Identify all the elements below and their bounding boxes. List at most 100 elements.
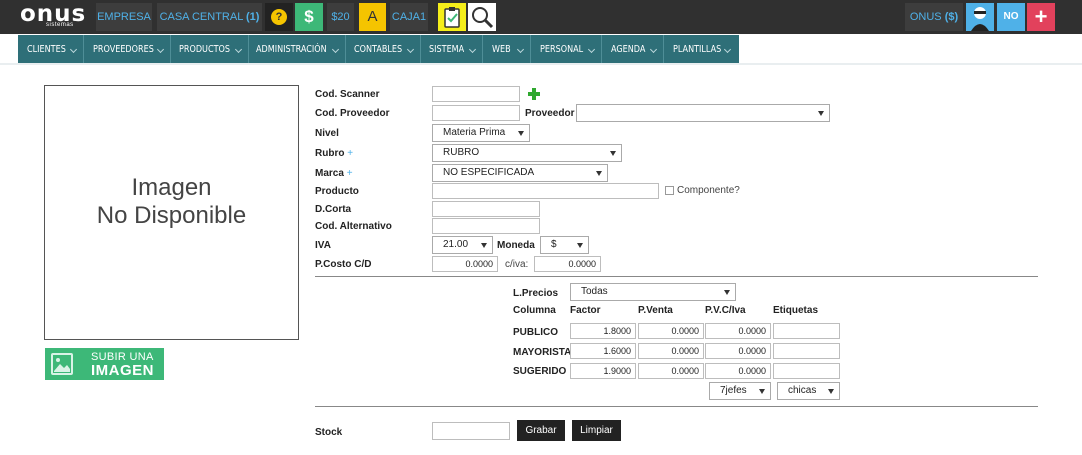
cod-proveedor-label: Cod. Proveedor: [315, 108, 390, 119]
dropdown-arrow-icon: [577, 243, 583, 248]
producto-input[interactable]: [432, 183, 659, 199]
chevron-down-icon: [587, 45, 596, 54]
dropdown-arrow-icon: [818, 111, 824, 116]
iva-value: 21.00: [443, 239, 469, 250]
publico-venta-input[interactable]: 0.0000: [638, 323, 704, 339]
pcosto-input[interactable]: 0.0000: [432, 256, 498, 272]
no-button[interactable]: NO: [997, 3, 1025, 31]
avatar-icon[interactable]: [966, 3, 994, 31]
nav-web[interactable]: WEB: [492, 35, 511, 64]
add-plus-icon[interactable]: [528, 88, 540, 100]
stock-label: Stock: [315, 427, 343, 438]
user-currency: ($): [944, 11, 959, 23]
rubro-value: RUBRO: [443, 147, 480, 158]
row-name-sugerido: SUGERIDO: [513, 366, 567, 377]
nav-divider: [663, 35, 664, 64]
grabar-button[interactable]: Grabar: [517, 420, 565, 441]
chevron-down-icon: [234, 45, 243, 54]
sugerido-etiquetas-input[interactable]: [773, 363, 840, 379]
marca-select[interactable]: NO ESPECIFICADA: [432, 164, 608, 182]
nav-clientes[interactable]: CLIENTES: [27, 35, 66, 64]
nav-personal[interactable]: PERSONAL: [540, 35, 583, 64]
etiqueta-select[interactable]: chicas: [777, 382, 840, 400]
onus-logo[interactable]: onus sistemas: [20, 1, 90, 31]
row-name-publico: PUBLICO: [513, 327, 558, 338]
nav-plantillas[interactable]: PLANTILLAS: [673, 35, 721, 64]
rubro-label: Rubro +: [315, 148, 353, 159]
nivel-select[interactable]: Materia Prima: [432, 124, 530, 142]
moneda-label: Moneda: [497, 240, 535, 251]
plantilla-select[interactable]: 7jefes: [709, 382, 771, 400]
upload-line2: IMAGEN: [91, 362, 154, 379]
proveedor-select[interactable]: [576, 104, 830, 122]
caja-button[interactable]: CAJA1: [390, 3, 428, 31]
col-header-pventa: P.Venta: [638, 305, 673, 316]
componente-checkbox[interactable]: [665, 186, 674, 195]
publico-factor-input[interactable]: 1.8000: [570, 323, 636, 339]
limpiar-button[interactable]: Limpiar: [572, 420, 621, 441]
cod-scanner-input[interactable]: [432, 86, 520, 102]
nav-proveedores[interactable]: PROVEEDORES: [93, 35, 154, 64]
user-menu[interactable]: ONUS ($): [905, 3, 963, 31]
dcorta-input[interactable]: [432, 201, 540, 217]
image-placeholder-text: Imagen No Disponible: [45, 174, 298, 230]
clipboard-check-icon[interactable]: [438, 3, 466, 31]
casa-central-label: CASA CENTRAL: [159, 11, 243, 23]
publico-civa-input[interactable]: 0.0000: [705, 323, 771, 339]
nav-divider: [420, 35, 421, 64]
cod-alternativo-input[interactable]: [432, 218, 540, 234]
a-icon[interactable]: A: [359, 3, 386, 31]
nav-divider: [248, 35, 249, 64]
image-line1: Imagen: [131, 174, 212, 201]
nav-underline: [0, 63, 1082, 65]
producto-label: Producto: [315, 186, 359, 197]
chevron-down-icon: [406, 45, 415, 54]
help-button[interactable]: ?: [265, 3, 293, 31]
lprecios-label: L.Precios: [513, 288, 559, 299]
iva-select[interactable]: 21.00: [432, 236, 493, 254]
cod-proveedor-input[interactable]: [432, 105, 520, 121]
amount-label[interactable]: $20: [327, 3, 354, 31]
mayorista-etiquetas-input[interactable]: [773, 343, 840, 359]
top-bar: onus sistemas EMPRESA CASA CENTRAL (1) ?…: [0, 0, 1082, 34]
col-header-factor: Factor: [570, 305, 601, 316]
pcosto-label: P.Costo C/D: [315, 259, 372, 270]
product-image: Imagen No Disponible: [44, 85, 299, 340]
sugerido-factor-input[interactable]: 1.9000: [570, 363, 636, 379]
nav-productos[interactable]: PRODUCTOS: [179, 35, 230, 64]
empresa-button[interactable]: EMPRESA: [96, 3, 152, 31]
nav-divider: [482, 35, 483, 64]
rubro-select[interactable]: RUBRO: [432, 144, 622, 162]
dcorta-label: D.Corta: [315, 204, 352, 215]
civa-input[interactable]: 0.0000: [534, 256, 601, 272]
nav-divider: [170, 35, 171, 64]
dropdown-arrow-icon: [759, 389, 765, 394]
mayorista-venta-input[interactable]: 0.0000: [638, 343, 704, 359]
nav-administracion[interactable]: ADMINISTRACIÓN: [256, 35, 327, 64]
nav-agenda[interactable]: AGENDA: [611, 35, 645, 64]
chevron-down-icon: [516, 45, 525, 54]
sugerido-civa-input[interactable]: 0.0000: [705, 363, 771, 379]
dropdown-arrow-icon: [724, 290, 730, 295]
moneda-select[interactable]: $: [540, 236, 589, 254]
row-name-mayorista: MAYORISTA: [513, 347, 572, 358]
nivel-value: Materia Prima: [443, 127, 506, 138]
dollar-icon[interactable]: $: [295, 3, 323, 31]
dropdown-arrow-icon: [828, 389, 834, 394]
plus-icon[interactable]: +: [1027, 3, 1055, 31]
mayorista-factor-input[interactable]: 1.6000: [570, 343, 636, 359]
lprecios-select[interactable]: Todas: [570, 283, 736, 301]
publico-etiquetas-input[interactable]: [773, 323, 840, 339]
nav-divider: [601, 35, 602, 64]
search-icon[interactable]: [468, 3, 496, 31]
casa-central-button[interactable]: CASA CENTRAL (1): [157, 3, 262, 31]
marca-add-link[interactable]: +: [347, 168, 353, 179]
nav-contables[interactable]: CONTABLES: [354, 35, 402, 64]
rubro-add-link[interactable]: +: [347, 148, 353, 159]
nav-sistema[interactable]: SISTEMA: [429, 35, 464, 64]
empresa-label: EMPRESA: [97, 11, 151, 23]
stock-input[interactable]: [432, 422, 510, 440]
mayorista-civa-input[interactable]: 0.0000: [705, 343, 771, 359]
sugerido-venta-input[interactable]: 0.0000: [638, 363, 704, 379]
upload-image-button[interactable]: SUBIR UNA IMAGEN: [45, 348, 164, 380]
